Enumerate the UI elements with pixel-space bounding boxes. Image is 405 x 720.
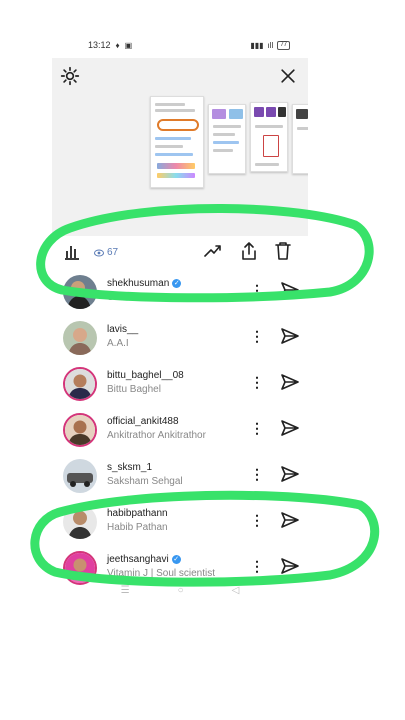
viewer-username-line: s_sksm_1 [107,462,152,473]
viewer-full-name: Ankitrathor Ankitrathor [107,430,206,441]
story-thumbnail-3[interactable] [250,102,288,172]
viewer-full-name: Shekhar Suman [107,292,179,303]
back-icon[interactable]: ◁ [232,585,240,596]
viewer-full-name: Habib Pathan [107,522,168,533]
views-counter[interactable]: 67 [94,247,118,258]
home-icon[interactable]: ○ [178,585,184,596]
viewer-username: bittu_baghel__08 [107,370,184,381]
close-icon[interactable] [278,66,298,86]
viewer-username: lavis__ [107,324,139,335]
more-vertical-icon[interactable]: ⋮ [250,328,264,344]
bar-chart-icon[interactable] [64,244,80,260]
viewer-username-line: official_ankit488 [107,416,179,427]
verified-icon: ✓ [171,555,181,564]
viewer-username: shekhusuman [107,278,170,289]
system-nav-bar: ☰ ○ ◁ [52,580,308,600]
avatar[interactable] [63,413,97,447]
avatar[interactable] [63,275,97,309]
viewer-username-line: habibpathann [107,508,168,519]
status-bar: 13:12 ♦ ▣ ▮▮▮ ıll 77 [52,32,308,58]
avatar[interactable] [63,321,97,355]
viewer-username-line: jeethsanghavi ✓ [107,554,181,565]
story-preview-area [52,58,308,236]
viewer-full-name: Vitamin J | Soul scientist [107,568,216,579]
send-icon[interactable] [280,373,300,391]
location-icon: ♦ [115,40,120,50]
viewer-row[interactable]: habibpathann Habib Pathan ⋮ [52,498,308,544]
viewer-full-name: Bittu Baghel [107,384,161,395]
phone-screen: 13:12 ♦ ▣ ▮▮▮ ıll 77 67 shekhusuman ✓ Sh… [52,32,308,610]
views-count: 67 [107,247,119,258]
viewer-row[interactable]: bittu_baghel__08 Bittu Baghel ⋮ [52,360,308,406]
viewer-row[interactable]: s_sksm_1 Saksham Sehgal ⋮ [52,452,308,498]
share-icon[interactable] [240,241,258,261]
send-icon[interactable] [280,327,300,345]
viewer-username: jeethsanghavi [107,554,169,565]
avatar[interactable] [63,459,97,493]
send-icon[interactable] [280,419,300,437]
viewer-username-line: lavis__ [107,324,138,335]
menu-icon[interactable]: ☰ [121,585,130,596]
viewer-full-name: A.A.I [107,338,129,349]
story-thumbnails [150,96,308,188]
story-thumbnail-2[interactable] [208,104,246,174]
verified-icon: ✓ [172,279,182,288]
send-icon[interactable] [280,557,300,575]
viewer-full-name: Saksham Sehgal [107,476,183,487]
send-icon[interactable] [280,511,300,529]
viewer-username: official_ankit488 [107,416,179,427]
trash-icon[interactable] [274,241,292,261]
gear-icon[interactable] [60,66,80,86]
wifi-signal-icon: ıll [267,40,274,50]
story-thumbnail-4[interactable] [292,104,308,174]
viewer-username-line: shekhusuman ✓ [107,278,182,289]
more-vertical-icon[interactable]: ⋮ [250,374,264,390]
send-icon[interactable] [280,465,300,483]
viewer-row[interactable]: shekhusuman ✓ Shekhar Suman ⋮ [52,268,308,314]
eye-icon [94,249,104,256]
more-vertical-icon[interactable]: ⋮ [250,558,264,574]
trending-up-icon[interactable] [204,243,222,259]
viewer-username: s_sksm_1 [107,462,153,473]
viewer-username-line: bittu_baghel__08 [107,370,184,381]
avatar[interactable] [63,367,97,401]
viewer-username: habibpathann [107,508,168,519]
viewers-list: shekhusuman ✓ Shekhar Suman ⋮ lavis__ A.… [52,268,308,590]
battery-icon: 77 [277,40,290,50]
more-vertical-icon[interactable]: ⋮ [250,512,264,528]
more-vertical-icon[interactable]: ⋮ [250,466,264,482]
send-icon[interactable] [280,281,300,299]
story-thumbnail-active[interactable] [150,96,204,188]
more-vertical-icon[interactable]: ⋮ [250,282,264,298]
viewer-row[interactable]: official_ankit488 Ankitrathor Ankitratho… [52,406,308,452]
status-time: 13:12 [88,40,111,50]
signal-icon: ▮▮▮ [250,40,264,50]
story-action-bar: 67 [52,236,308,268]
avatar[interactable] [63,505,97,539]
viewer-row[interactable]: lavis__ A.A.I ⋮ [52,314,308,360]
notification-icon: ▣ [124,40,133,50]
more-vertical-icon[interactable]: ⋮ [250,420,264,436]
